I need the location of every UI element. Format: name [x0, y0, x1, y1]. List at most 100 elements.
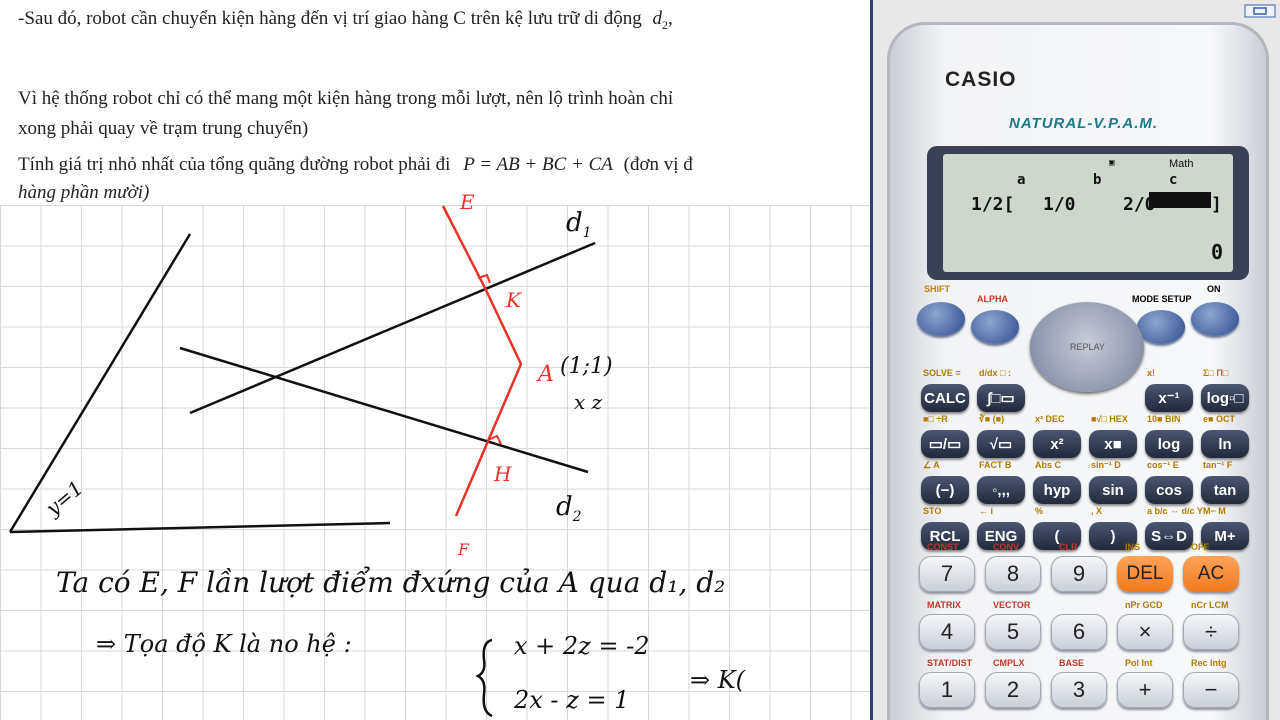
label-A: A [538, 362, 554, 387]
label-xz: x z [574, 390, 603, 414]
key-label-fn-3-4: a b/c ⇔ d/c Y [1147, 506, 1203, 516]
key-fn-1-0[interactable]: ▭/▭ [921, 430, 969, 458]
key-op-2-3[interactable]: + [1117, 672, 1173, 708]
label-on: ON [1207, 284, 1221, 294]
lcd-col-b: b [1093, 172, 1102, 188]
key-fn-0-4[interactable]: x⁻¹ [1145, 384, 1193, 412]
equation-2: 2x - z = 1 [514, 686, 630, 714]
key-label-fn-2-1: FACT B [979, 460, 1012, 470]
lcd-mode: Math [1169, 158, 1194, 170]
handwritten-note-3: ⇒ K( [690, 666, 746, 694]
key-digit-6[interactable]: 6 [1051, 614, 1107, 650]
alpha-button[interactable] [971, 310, 1019, 344]
key-label-fn-2-2: Abs C [1035, 460, 1062, 470]
replay-label: REPLAY [1070, 342, 1105, 352]
key-digit-3[interactable]: 3 [1051, 672, 1107, 708]
key-fn-2-0[interactable]: (−) [921, 476, 969, 504]
key-fn-1-1[interactable]: √▭ [977, 430, 1025, 458]
handwritten-note-2: ⇒ Tọa độ K là no hệ : [96, 630, 352, 658]
key-fn-2-2[interactable]: hyp [1033, 476, 1081, 504]
key-label-fn-2-0: ∠ A [923, 460, 940, 470]
key-label-num-0-0: CONST [927, 542, 959, 552]
key-digit-8[interactable]: 8 [985, 556, 1041, 592]
key-fn-2-4[interactable]: cos [1145, 476, 1193, 504]
key-label-fn-3-5: M− M [1203, 506, 1226, 516]
key-label-fn-3-1: ← i [979, 506, 994, 516]
key-op-2-4[interactable]: − [1183, 672, 1239, 708]
key-digit-5[interactable]: 5 [985, 614, 1041, 650]
key-digit-9[interactable]: 9 [1051, 556, 1107, 592]
geometry-figure [8, 205, 596, 718]
key-label-num-1-3: nPr GCD [1125, 600, 1163, 610]
shift-button[interactable] [917, 302, 965, 336]
lcd-row-frac: 1/2[ [971, 194, 1015, 215]
key-fn-0-0[interactable]: CALC [921, 384, 969, 412]
key-label-num-0-2: CLR [1059, 542, 1078, 552]
key-digit-1[interactable]: 1 [919, 672, 975, 708]
key-fn-1-4[interactable]: log [1145, 430, 1193, 458]
key-label-fn-3-2: % [1035, 506, 1044, 516]
brand-logo: CASIO [945, 68, 1017, 91]
key-label-fn-3-0: STO [923, 506, 942, 516]
key-fn-1-2[interactable]: x² [1033, 430, 1081, 458]
lcd-col-a: a [1017, 172, 1026, 188]
label-d2-sub: 2 [572, 509, 582, 526]
label-shift: SHIFT [924, 284, 950, 294]
key-label-fn-0-0: SOLVE = [923, 368, 961, 378]
mode-button[interactable] [1137, 310, 1185, 344]
key-label-fn-1-5: e■ OCT [1203, 414, 1235, 424]
lcd-cell-3: ] [1211, 194, 1222, 215]
key-label-num-0-1: CONV [993, 542, 1020, 552]
key-label-fn-0-5: Σ□ Π□ [1203, 368, 1229, 378]
key-label-fn-1-1: ∛■ (■) [979, 414, 1005, 424]
key-label-fn-1-4: 10■ BIN [1147, 414, 1181, 424]
label-d1-letter: d [566, 208, 583, 238]
key-label-num-1-1: VECTOR [993, 600, 1031, 610]
key-fn-0-5[interactable]: log▫□ [1201, 384, 1249, 412]
key-op-0-4[interactable]: AC [1183, 556, 1239, 592]
key-label-num-1-0: MATRIX [927, 600, 961, 610]
key-fn-1-3[interactable]: x■ [1089, 430, 1137, 458]
key-label-num-2-3: Pol Int [1125, 658, 1153, 668]
key-label-fn-0-4: x! [1147, 368, 1156, 378]
key-label-fn-1-0: ■□ ÷R [923, 414, 948, 424]
calculator-body: CASIO NATURAL-V.P.A.M. ▣ Math a b c 1/2[… [887, 22, 1269, 720]
key-label-num-0-3: INS [1125, 542, 1141, 552]
window-control[interactable] [1244, 4, 1276, 18]
key-fn-2-1[interactable]: ◦,,, [977, 476, 1025, 504]
equation-1: x + 2z = -2 [514, 632, 650, 660]
key-label-fn-0-1: d/dx □ : [979, 368, 1011, 378]
line-d2 [179, 346, 589, 474]
key-label-num-0-4: OFF [1191, 542, 1209, 552]
lcd-cell-1: 1/0 [1043, 194, 1076, 215]
model-name: NATURAL-V.P.A.M. [1009, 115, 1159, 132]
key-op-0-3[interactable]: DEL [1117, 556, 1173, 592]
key-digit-2[interactable]: 2 [985, 672, 1041, 708]
key-op-1-4[interactable]: ÷ [1183, 614, 1239, 650]
label-d2-letter: d [556, 492, 573, 522]
calculator-window[interactable]: CASIO NATURAL-V.P.A.M. ▣ Math a b c 1/2[… [870, 0, 1280, 720]
handwritten-note-1: Ta có E, F lần lượt điểm đxứng của A qua… [56, 566, 726, 599]
key-label-fn-1-3: ■√□ HEX [1091, 414, 1128, 424]
key-label-fn-1-2: x³ DEC [1035, 414, 1065, 424]
lcd-cursor-block [1149, 192, 1211, 208]
replay-dpad[interactable]: REPLAY [1030, 302, 1144, 392]
label-A-coord: (1;1) [560, 354, 613, 379]
label-E: E [460, 190, 475, 214]
key-fn-3-4[interactable]: S⇔D [1145, 522, 1193, 550]
key-fn-0-1[interactable]: ∫□▭ [977, 384, 1025, 412]
key-label-num-2-2: BASE [1059, 658, 1085, 668]
key-fn-2-3[interactable]: sin [1089, 476, 1137, 504]
lcd-col-c: c [1169, 172, 1178, 188]
key-label-num-1-4: nCr LCM [1191, 600, 1229, 610]
label-d1: d1 [566, 208, 592, 241]
label-H: H [494, 462, 512, 486]
key-op-1-3[interactable]: × [1117, 614, 1173, 650]
key-fn-2-5[interactable]: tan [1201, 476, 1249, 504]
key-label-num-2-4: Rec Intg [1191, 658, 1227, 668]
on-button[interactable] [1191, 302, 1239, 336]
lcd-indicator: ▣ [1109, 158, 1115, 168]
key-digit-7[interactable]: 7 [919, 556, 975, 592]
key-digit-4[interactable]: 4 [919, 614, 975, 650]
key-fn-1-5[interactable]: ln [1201, 430, 1249, 458]
